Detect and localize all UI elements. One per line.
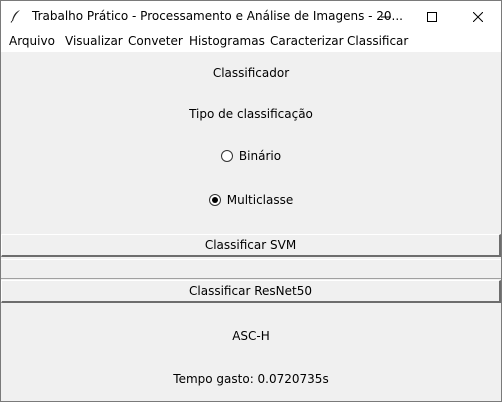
close-button[interactable] [455,1,501,32]
feather-icon [10,10,20,23]
menu-classificar[interactable]: Classificar [347,34,408,48]
minimize-button[interactable] [363,1,409,32]
radio-multiclasse-circle[interactable] [208,194,221,206]
maximize-icon [427,11,437,22]
classifier-header: Classificador [212,66,290,80]
menu-arquivo[interactable]: Arquivo [9,34,55,48]
maximize-button[interactable] [409,1,455,32]
menu-histogramas[interactable]: Histogramas [189,34,265,48]
classification-result: ASC-H [232,329,270,343]
time-elapsed: Tempo gasto: 0.0720735s [173,372,329,386]
radio-binario[interactable]: Binário [1,149,501,163]
radio-binario-label: Binário [238,149,282,163]
radio-binario-circle[interactable] [220,150,233,162]
minimize-icon [381,16,391,17]
menu-conveter[interactable]: Conveter [128,34,183,48]
window-title: Trabalho Prático - Processamento e Análi… [32,9,403,23]
classify-resnet-button[interactable]: Classificar ResNet50 [1,280,501,303]
menu-visualizar[interactable]: Visualizar [65,34,123,48]
radio-multiclasse-label: Multiclasse [226,193,294,207]
classification-type-label: Tipo de classificação [189,107,313,121]
radio-multiclasse[interactable]: Multiclasse [1,193,501,207]
menu-caracterizar[interactable]: Caracterizar [270,34,344,48]
close-icon [473,11,483,22]
spacer-strip [1,259,501,279]
classifier-panel: Classificador Tipo de classificação Biná… [1,52,501,401]
title-bar[interactable]: Trabalho Prático - Processamento e Análi… [1,1,501,32]
classify-svm-button[interactable]: Classificar SVM [1,234,501,257]
menu-bar: Arquivo Visualizar Conveter Histogramas … [1,32,501,52]
app-window: Trabalho Prático - Processamento e Análi… [0,0,502,402]
